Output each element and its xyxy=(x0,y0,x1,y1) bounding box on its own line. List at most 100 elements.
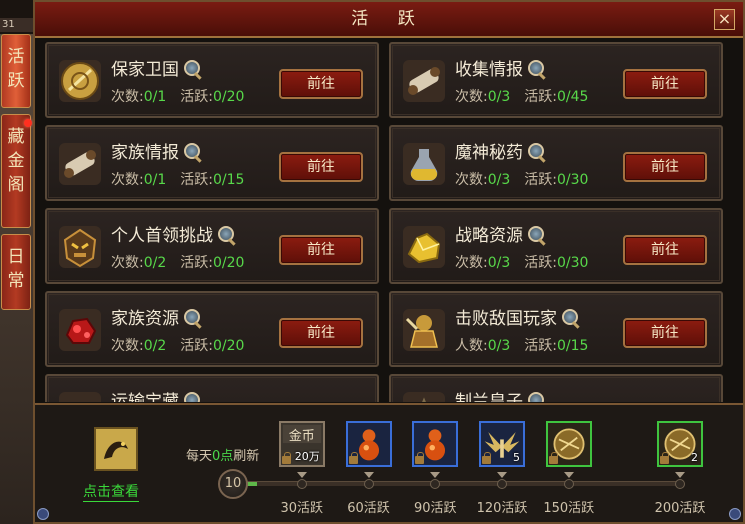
view-details-link[interactable]: 点击查看 xyxy=(83,481,139,502)
lock-icon xyxy=(660,452,669,464)
activity-name: 家族资源 xyxy=(111,304,205,330)
ruby-ore-icon xyxy=(59,309,101,351)
magnifier-icon[interactable] xyxy=(183,391,205,402)
milestone-arrow-icon xyxy=(430,472,441,478)
refresh-prefix: 每天 xyxy=(186,449,213,464)
activity-stats: 次数:0/3 活跃:0/45 xyxy=(455,86,588,106)
activity-name: 制兰皇子 xyxy=(455,387,549,402)
milestone-dot xyxy=(363,479,374,489)
activity-card: 个人首领挑战次数:0/2 活跃:0/20 前往 xyxy=(45,208,379,284)
lock-icon xyxy=(482,452,491,464)
activity-label: 活跃: xyxy=(524,255,557,271)
reward-wings-icon[interactable]: 5 xyxy=(479,421,525,467)
activity-card: 收集情报 次数:0/3 活跃:0/45 前往 xyxy=(389,42,723,118)
corner-gem-right xyxy=(729,508,741,520)
go-button[interactable]: 前往 xyxy=(279,69,363,99)
reward-qty: 2 xyxy=(691,451,698,464)
magnifier-icon[interactable] xyxy=(527,225,549,247)
reward-orb-icon[interactable] xyxy=(545,421,592,467)
activity-value: 0/20 xyxy=(212,255,245,271)
reward-gourd-icon[interactable] xyxy=(412,421,459,467)
activity-name-text: 击败敌国玩家 xyxy=(455,309,557,329)
magnifier-icon[interactable] xyxy=(183,59,205,81)
go-button[interactable]: 前往 xyxy=(623,69,707,99)
milestone-arrow-icon xyxy=(497,472,507,478)
side-tab-3[interactable]: 日常 xyxy=(1,234,31,310)
activity-value: 0/30 xyxy=(556,172,589,188)
reward-qty: 20万 xyxy=(294,450,320,463)
go-button[interactable]: 前往 xyxy=(279,318,363,348)
count-value: 0/3 xyxy=(487,89,511,105)
count-label: 次数: xyxy=(111,255,144,271)
activity-name-text: 战略资源 xyxy=(455,226,523,246)
activity-card: 魔神秘药 次数:0/3 活跃:0/30 前往 xyxy=(389,125,723,201)
activity-stats: 次数:0/2 活跃:0/20 xyxy=(111,252,244,272)
go-button[interactable]: 前往 xyxy=(623,152,707,182)
magnifier-icon[interactable] xyxy=(217,225,239,247)
activity-card: 战略资源次数:0/3 活跃:0/30 前往 xyxy=(389,208,723,284)
magnifier-icon[interactable] xyxy=(527,391,549,402)
count-value: 0/1 xyxy=(143,172,167,188)
side-tab-bar: 活跃藏金阁日常 xyxy=(0,34,34,524)
reward-panel: 点击查看 每天0点刷新 10 金币 20万 30活跃 60活跃 90活跃 5 120活跃 15… xyxy=(35,403,743,522)
activity-name-text: 运输宝藏 xyxy=(111,392,179,402)
activity-label: 活跃: xyxy=(180,255,213,271)
count-value: 0/3 xyxy=(487,172,511,188)
count-value: 0/2 xyxy=(143,338,167,354)
count-label: 次数: xyxy=(455,172,488,188)
scroll-icon xyxy=(59,143,101,185)
refresh-suffix: 刷新 xyxy=(233,449,260,464)
close-button[interactable]: × xyxy=(714,9,735,30)
magnifier-icon[interactable] xyxy=(183,142,205,164)
crown-icon xyxy=(403,392,445,402)
activity-card: 击败敌国玩家人数:0/3 活跃:0/15 前往 xyxy=(389,291,723,367)
activity-value: 0/30 xyxy=(556,255,589,271)
reward-orb-icon[interactable]: 2 xyxy=(657,421,703,467)
warrior-icon xyxy=(403,309,445,351)
magnifier-icon[interactable] xyxy=(527,142,549,164)
count-value: 0/3 xyxy=(487,255,511,271)
activity-stats: 人数:0/3 活跃:0/15 xyxy=(455,335,588,355)
milestone-label: 30活跃 xyxy=(280,501,324,516)
count-label: 次数: xyxy=(111,338,144,354)
activity-stats: 次数:0/3 活跃:0/30 xyxy=(455,252,588,272)
side-tab-2[interactable]: 藏金阁 xyxy=(1,114,32,228)
activity-label: 活跃: xyxy=(180,338,213,354)
milestone-dot xyxy=(563,479,574,489)
milestone-dot xyxy=(430,479,441,489)
beast-icon[interactable] xyxy=(94,427,138,471)
activity-value: 0/15 xyxy=(212,172,245,188)
cart-icon xyxy=(59,392,101,402)
activity-name-text: 个人首领挑战 xyxy=(111,226,213,246)
go-button[interactable]: 前往 xyxy=(279,235,363,265)
lock-icon xyxy=(348,452,358,464)
activity-name: 战略资源 xyxy=(455,221,549,247)
lock-icon xyxy=(415,452,425,464)
side-tab-1[interactable]: 活跃 xyxy=(1,34,31,108)
activity-name: 个人首领挑战 xyxy=(111,221,239,247)
activity-value: 0/15 xyxy=(556,338,589,354)
go-button[interactable]: 前往 xyxy=(623,235,707,265)
milestone-label: 120活跃 xyxy=(476,501,528,516)
reward-gourd-icon[interactable] xyxy=(345,421,392,467)
activity-list[interactable]: 保家卫国 次数:0/1 活跃:0/20 前往 收集情报 次数:0/3 活跃:0/45 前往 家族… xyxy=(45,42,735,402)
go-button[interactable]: 前往 xyxy=(279,152,363,182)
count-label: 人数: xyxy=(455,338,488,354)
activity-name: 魔神秘药 xyxy=(455,138,549,164)
magnifier-icon[interactable] xyxy=(527,59,549,81)
activity-value: 0/20 xyxy=(212,338,245,354)
magnifier-icon[interactable] xyxy=(561,308,583,330)
milestone-dot xyxy=(296,479,307,489)
activity-name-text: 家族情报 xyxy=(111,143,179,163)
milestone-label: 60活跃 xyxy=(347,501,390,516)
go-button[interactable]: 前往 xyxy=(623,318,707,348)
milestone-label: 90活跃 xyxy=(413,501,457,516)
activity-value: 0/20 xyxy=(212,89,245,105)
current-activity-badge: 10 xyxy=(218,469,248,499)
activity-name-text: 魔神秘药 xyxy=(455,143,523,163)
milestone-label: 150活跃 xyxy=(543,501,595,516)
activity-name: 家族情报 xyxy=(111,138,205,164)
count-label: 次数: xyxy=(455,255,488,271)
reward-gold-icon[interactable]: 金币 20万 xyxy=(278,421,325,467)
magnifier-icon[interactable] xyxy=(183,308,205,330)
